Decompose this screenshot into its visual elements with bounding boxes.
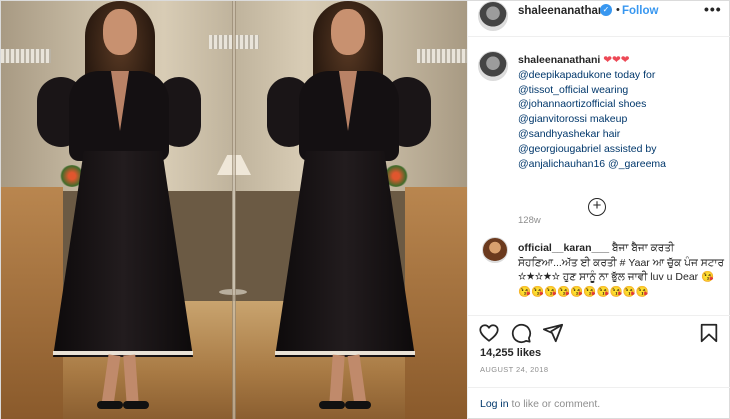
post-photo[interactable] (1, 1, 467, 419)
mention-link[interactable]: @tissot_official wearing (518, 83, 723, 98)
post-frame: shaleenanathani ✓ • Follow ••• shaleenan… (0, 0, 730, 419)
mention-link[interactable]: @deepikapadukone today for (518, 68, 723, 83)
verified-badge-icon: ✓ (600, 4, 612, 16)
separator-dot: • (616, 4, 620, 16)
post-header: shaleenanathani ✓ • Follow ••• (468, 1, 730, 37)
person-figure-reflection (265, 1, 445, 419)
hearts-emoji: ❤❤❤ (603, 54, 630, 66)
caption-avatar[interactable] (478, 51, 508, 81)
follow-button[interactable]: Follow (622, 5, 658, 17)
post-date[interactable]: AUGUST 24, 2018 (480, 365, 548, 374)
likes-count[interactable]: 14,255 likes (480, 347, 541, 359)
login-prompt: Log in to like or comment. (480, 398, 600, 410)
header-username[interactable]: shaleenanathani (518, 5, 608, 17)
comment-icon[interactable] (510, 322, 532, 344)
load-more-comments-button[interactable]: + (588, 198, 606, 216)
caption-timestamp[interactable]: 128w (518, 215, 541, 226)
login-prompt-text: to like or comment. (508, 398, 601, 410)
mention-link[interactable]: @johannaortizofficial shoes (518, 97, 723, 112)
post-side-panel: shaleenanathani ✓ • Follow ••• shaleenan… (467, 1, 730, 419)
heart-icon[interactable] (478, 322, 500, 344)
person-figure (23, 1, 203, 419)
caption-username[interactable]: shaleenanathani (518, 54, 600, 66)
avatar[interactable] (478, 1, 508, 31)
bookmark-icon[interactable] (698, 322, 720, 344)
mention-link[interactable]: @anjalichauhan16 @_gareema (518, 157, 723, 172)
mention-link[interactable]: @georgiougabriel assisted by (518, 142, 723, 157)
more-options-icon[interactable]: ••• (704, 1, 722, 17)
commenter-username[interactable]: official__karan___ (518, 242, 609, 254)
share-icon[interactable] (542, 322, 564, 344)
commenter-avatar[interactable] (482, 237, 508, 263)
mention-link[interactable]: @gianvitorossi makeup (518, 112, 723, 127)
login-link[interactable]: Log in (480, 398, 509, 410)
photo-scene (1, 1, 467, 419)
mention-link[interactable]: @sandhyashekar hair (518, 127, 723, 142)
login-bar: Log in to like or comment. (468, 387, 730, 419)
